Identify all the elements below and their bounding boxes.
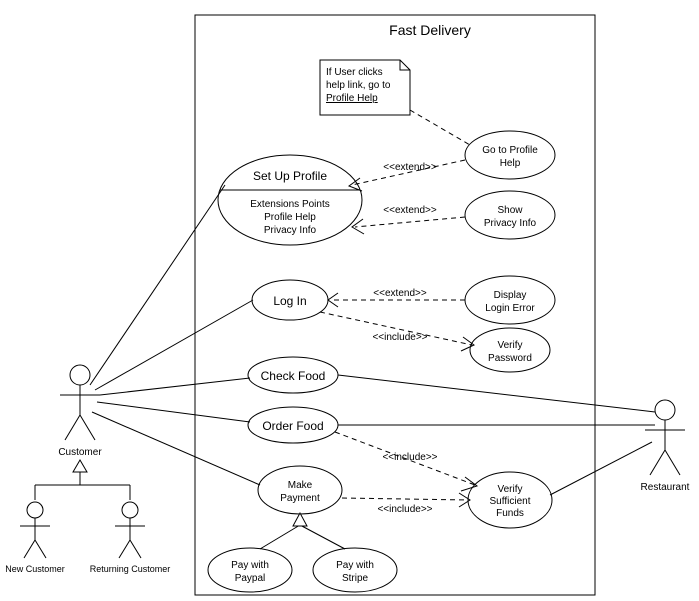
system-title: Fast Delivery — [389, 22, 471, 38]
actor-new-customer-label: New Customer — [5, 564, 65, 574]
usecase-pay-with-stripe: Pay with Stripe — [313, 548, 397, 592]
svg-text:<<extend>>: <<extend>> — [383, 162, 437, 173]
svg-text:Display: Display — [494, 290, 527, 301]
svg-text:Log In: Log In — [273, 294, 306, 308]
svg-text:Verify: Verify — [497, 340, 522, 351]
svg-text:Pay with: Pay with — [231, 560, 269, 571]
svg-text:Privacy Info: Privacy Info — [484, 218, 537, 229]
svg-text:Payment: Payment — [280, 493, 320, 504]
actor-restaurant: Restaurant — [641, 400, 690, 493]
note: If User clicks help link, go to Profile … — [320, 60, 410, 115]
actor-customer-label: Customer — [58, 447, 102, 458]
uc-set-up-profile-ext1: Profile Help — [264, 212, 316, 223]
svg-text:<<extend>>: <<extend>> — [383, 205, 437, 216]
svg-text:Show: Show — [497, 205, 523, 216]
actor-returning-customer: Returning Customer — [90, 502, 171, 574]
svg-text:<<extend>>: <<extend>> — [373, 288, 427, 299]
svg-text:Help: Help — [500, 158, 521, 169]
gen-customer-tree — [35, 460, 130, 500]
svg-text:Pay with: Pay with — [336, 560, 374, 571]
svg-text:Verify: Verify — [497, 484, 522, 495]
usecase-verify-password: Verify Password — [470, 328, 550, 372]
actor-new-customer: New Customer — [5, 502, 65, 574]
usecase-check-food: Check Food — [248, 357, 338, 393]
svg-text:<<include>>: <<include>> — [377, 504, 432, 515]
usecase-order-food: Order Food — [248, 407, 338, 443]
actor-returning-customer-label: Returning Customer — [90, 564, 171, 574]
usecase-log-in: Log In — [252, 280, 328, 320]
svg-text:<<include>>: <<include>> — [382, 452, 437, 463]
svg-text:Paypal: Paypal — [235, 573, 266, 584]
usecase-display-login-error: Display Login Error — [465, 276, 555, 324]
uc-set-up-profile-ext2: Privacy Info — [264, 225, 317, 236]
svg-text:Go to Profile: Go to Profile — [482, 145, 538, 156]
svg-text:Make: Make — [288, 480, 313, 491]
note-line1: If User clicks — [326, 67, 383, 78]
svg-text:Order Food: Order Food — [262, 419, 323, 433]
svg-text:Stripe: Stripe — [342, 573, 369, 584]
actor-restaurant-label: Restaurant — [641, 482, 690, 493]
uc-set-up-profile-label: Set Up Profile — [253, 169, 327, 183]
svg-text:Funds: Funds — [496, 508, 524, 519]
svg-text:Check Food: Check Food — [261, 369, 326, 383]
usecase-verify-sufficient-funds: Verify Sufficient Funds — [468, 472, 552, 528]
note-line3: Profile Help — [326, 93, 378, 104]
usecase-show-privacy-info: Show Privacy Info — [465, 191, 555, 239]
svg-text:Login Error: Login Error — [485, 303, 535, 314]
usecase-pay-with-paypal: Pay with Paypal — [208, 548, 292, 592]
svg-text:Password: Password — [488, 353, 532, 364]
svg-text:Sufficient: Sufficient — [490, 496, 531, 507]
note-line2: help link, go to — [326, 80, 391, 91]
uc-set-up-profile-ext-header: Extensions Points — [250, 199, 330, 210]
actor-customer: Customer — [58, 365, 102, 458]
usecase-go-to-profile-help: Go to Profile Help — [465, 131, 555, 179]
usecase-set-up-profile: Set Up Profile Extensions Points Profile… — [218, 155, 362, 245]
svg-text:<<include>>: <<include>> — [372, 332, 427, 343]
use-case-diagram: Fast Delivery If User clicks help link, … — [0, 0, 699, 601]
usecase-make-payment: Make Payment — [258, 466, 342, 514]
